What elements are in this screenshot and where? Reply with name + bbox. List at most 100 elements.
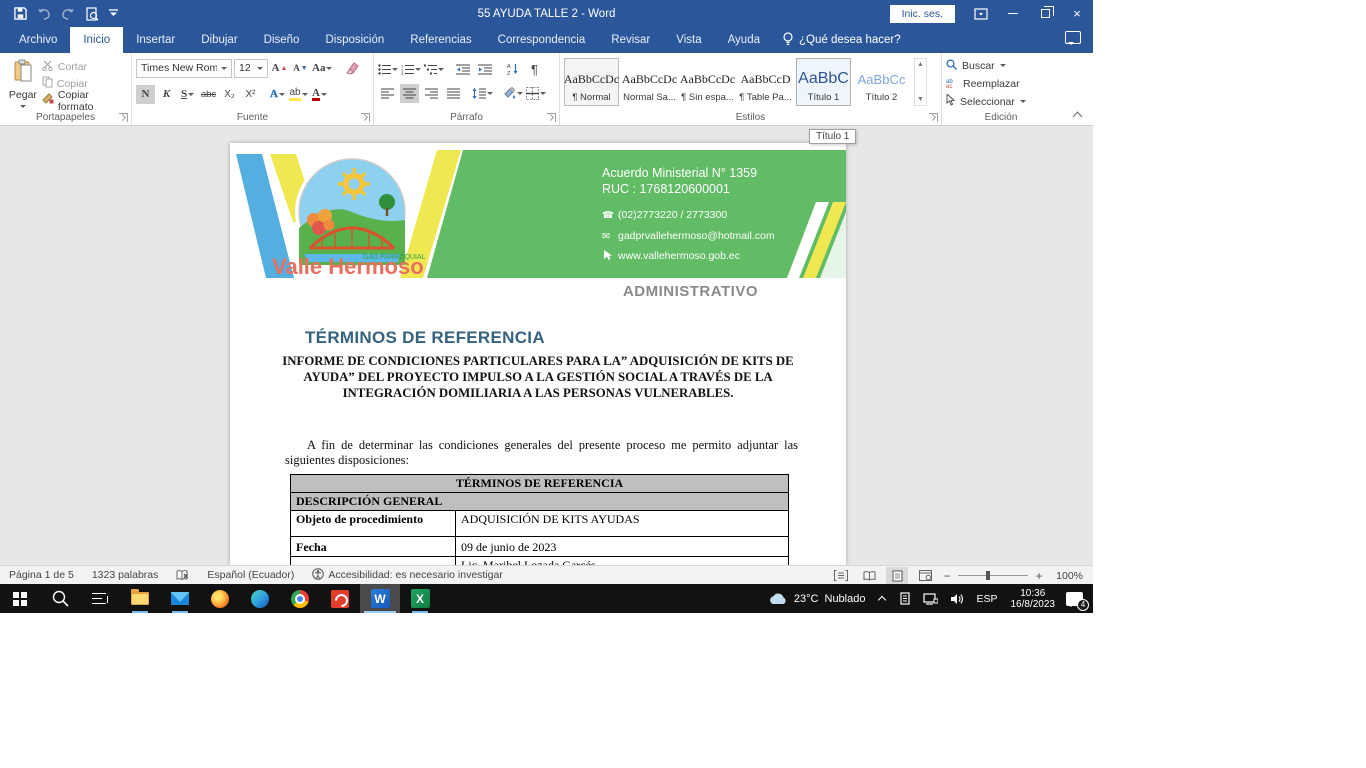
customize-qat-icon[interactable] <box>109 8 118 19</box>
shading-button[interactable] <box>502 84 523 103</box>
style-normal-sa[interactable]: AaBbCcDcNormal Sa... <box>622 58 677 106</box>
bullets-button[interactable] <box>378 60 398 79</box>
font-color-button[interactable]: A <box>310 85 329 104</box>
tray-app-icon[interactable] <box>893 592 917 605</box>
increase-indent-button[interactable] <box>475 60 494 79</box>
font-size-combo[interactable]: 12 <box>234 59 268 78</box>
language-indicator[interactable]: Español (Ecuador) <box>198 566 303 585</box>
ribbon-display-options-button[interactable] <box>965 0 997 27</box>
align-left-button[interactable] <box>378 84 397 103</box>
styles-dialog-launcher[interactable] <box>929 113 938 122</box>
table-label-cell[interactable]: Objeto de procedimiento <box>291 511 456 537</box>
save-icon[interactable] <box>14 7 27 20</box>
read-mode-button[interactable] <box>858 567 880 584</box>
subscript-button[interactable]: X₂ <box>220 85 239 104</box>
table-title-cell[interactable]: TÉRMINOS DE REFERENCIA <box>291 475 789 493</box>
format-painter-button[interactable]: Copiar formato <box>42 94 127 108</box>
justify-button[interactable] <box>444 84 463 103</box>
firefox-button[interactable] <box>200 584 240 613</box>
strikethrough-button[interactable]: abc <box>199 85 218 104</box>
zoom-slider-thumb[interactable] <box>986 571 990 580</box>
document-page[interactable]: GAD PARROQUIAL Valle Hermoso Acuerdo Min… <box>230 143 846 565</box>
style-titulo-1[interactable]: AaBbCTítulo 1 <box>796 58 851 106</box>
word-count[interactable]: 1323 palabras <box>83 566 168 585</box>
collapse-ribbon-button[interactable] <box>1071 109 1085 121</box>
tab-revisar[interactable]: Revisar <box>598 27 663 53</box>
font-dialog-launcher[interactable] <box>361 113 370 122</box>
multilevel-list-button[interactable] <box>424 60 444 79</box>
style-table-paragraph[interactable]: AaBbCcD¶ Table Pa... <box>738 58 793 106</box>
acrobat-button[interactable] <box>320 584 360 613</box>
italic-button[interactable]: K <box>157 85 176 104</box>
notification-center-button[interactable]: 4 <box>1066 592 1083 606</box>
table-value-cell[interactable]: 09 de junio de 2023 <box>456 537 789 557</box>
department-label[interactable]: ADMINISTRATIVO <box>623 283 758 300</box>
zoom-out-button[interactable]: − <box>942 569 952 583</box>
clock[interactable]: 10:36 16/8/2023 <box>1004 588 1063 610</box>
change-case-button[interactable]: Aa <box>312 59 332 78</box>
styles-scroll-down-icon[interactable]: ▼ <box>917 96 924 103</box>
cut-button[interactable]: Cortar <box>42 60 127 74</box>
line-spacing-button[interactable] <box>472 84 493 103</box>
shrink-font-button[interactable]: A▼ <box>291 59 310 78</box>
zoom-in-button[interactable]: + <box>1034 569 1044 583</box>
word-taskbar-button[interactable]: W <box>360 584 400 613</box>
network-icon[interactable] <box>917 593 944 605</box>
language-tray-indicator[interactable]: ESP <box>970 593 1003 605</box>
file-explorer-button[interactable] <box>120 584 160 613</box>
start-button[interactable] <box>0 584 40 613</box>
tab-inicio[interactable]: Inicio <box>70 27 123 53</box>
zoom-level[interactable]: 100% <box>1050 566 1089 585</box>
accessibility-status[interactable]: Accesibilidad: es necesario investigar <box>303 566 512 585</box>
bold-button[interactable]: N <box>136 85 155 104</box>
table-value-cell[interactable]: ADQUISICIÓN DE KITS AYUDAS <box>456 511 789 537</box>
volume-icon[interactable] <box>944 593 970 605</box>
table-value-cell[interactable]: Lic. Maribel Lozada GarcésAuxiliar de Co… <box>456 557 789 566</box>
tab-referencias[interactable]: Referencias <box>397 27 484 53</box>
excel-taskbar-button[interactable]: X <box>400 584 440 613</box>
tab-insertar[interactable]: Insertar <box>123 27 188 53</box>
comments-icon[interactable] <box>1065 31 1081 44</box>
document-paragraph[interactable]: A fin de determinar las condiciones gene… <box>285 438 798 468</box>
tell-me-box[interactable]: ¿Qué desea hacer? <box>773 27 911 53</box>
table-label-cell[interactable]: Fecha <box>291 537 456 557</box>
style-sin-espaciado[interactable]: AaBbCcDc¶ Sin espa... <box>680 58 735 106</box>
tab-vista[interactable]: Vista <box>663 27 714 53</box>
style-titulo-2[interactable]: AaBbCcTítulo 2 <box>854 58 909 106</box>
tab-correspondencia[interactable]: Correspondencia <box>485 27 599 53</box>
task-view-button[interactable] <box>80 584 120 613</box>
chrome-button[interactable] <box>280 584 320 613</box>
taskbar-search-button[interactable] <box>40 584 80 613</box>
web-layout-button[interactable] <box>914 567 936 584</box>
select-button[interactable]: Seleccionar <box>946 94 1056 109</box>
page-indicator[interactable]: Página 1 de 5 <box>0 566 83 585</box>
grow-font-button[interactable]: A▲ <box>270 59 289 78</box>
text-effects-button[interactable]: A <box>268 85 287 104</box>
paragraph-dialog-launcher[interactable] <box>547 113 556 122</box>
superscript-button[interactable]: X² <box>241 85 260 104</box>
restore-button[interactable] <box>1029 0 1061 27</box>
document-subtitle[interactable]: INFORME DE CONDICIONES PARTICULARES PARA… <box>260 353 816 401</box>
undo-icon[interactable] <box>37 8 51 20</box>
tab-diseno[interactable]: Diseño <box>251 27 313 53</box>
minimize-button[interactable] <box>997 0 1029 27</box>
numbering-button[interactable]: 123 <box>401 60 421 79</box>
tab-archivo[interactable]: Archivo <box>6 27 70 53</box>
table-row[interactable]: DESCRIPCIÓN GENERAL <box>291 493 789 511</box>
table-row[interactable]: Responsable de la Lic. Maribel Lozada Ga… <box>291 557 789 566</box>
tab-dibujar[interactable]: Dibujar <box>188 27 250 53</box>
table-label-cell[interactable]: Responsable de la <box>291 557 456 566</box>
borders-button[interactable] <box>526 84 546 103</box>
table-row[interactable]: Objeto de procedimiento ADQUISICIÓN DE K… <box>291 511 789 537</box>
align-right-button[interactable] <box>422 84 441 103</box>
align-center-button[interactable] <box>400 84 419 103</box>
tray-expand-button[interactable] <box>873 595 893 603</box>
focus-mode-button[interactable] <box>830 567 852 584</box>
table-row[interactable]: TÉRMINOS DE REFERENCIA <box>291 475 789 493</box>
font-name-combo[interactable]: Times New Roma <box>136 59 232 78</box>
zoom-slider[interactable] <box>958 575 1028 576</box>
clear-formatting-button[interactable] <box>342 59 361 78</box>
tab-disposicion[interactable]: Disposición <box>312 27 397 53</box>
table-section-cell[interactable]: DESCRIPCIÓN GENERAL <box>291 493 789 511</box>
document-heading[interactable]: TÉRMINOS DE REFERENCIA <box>305 328 545 348</box>
